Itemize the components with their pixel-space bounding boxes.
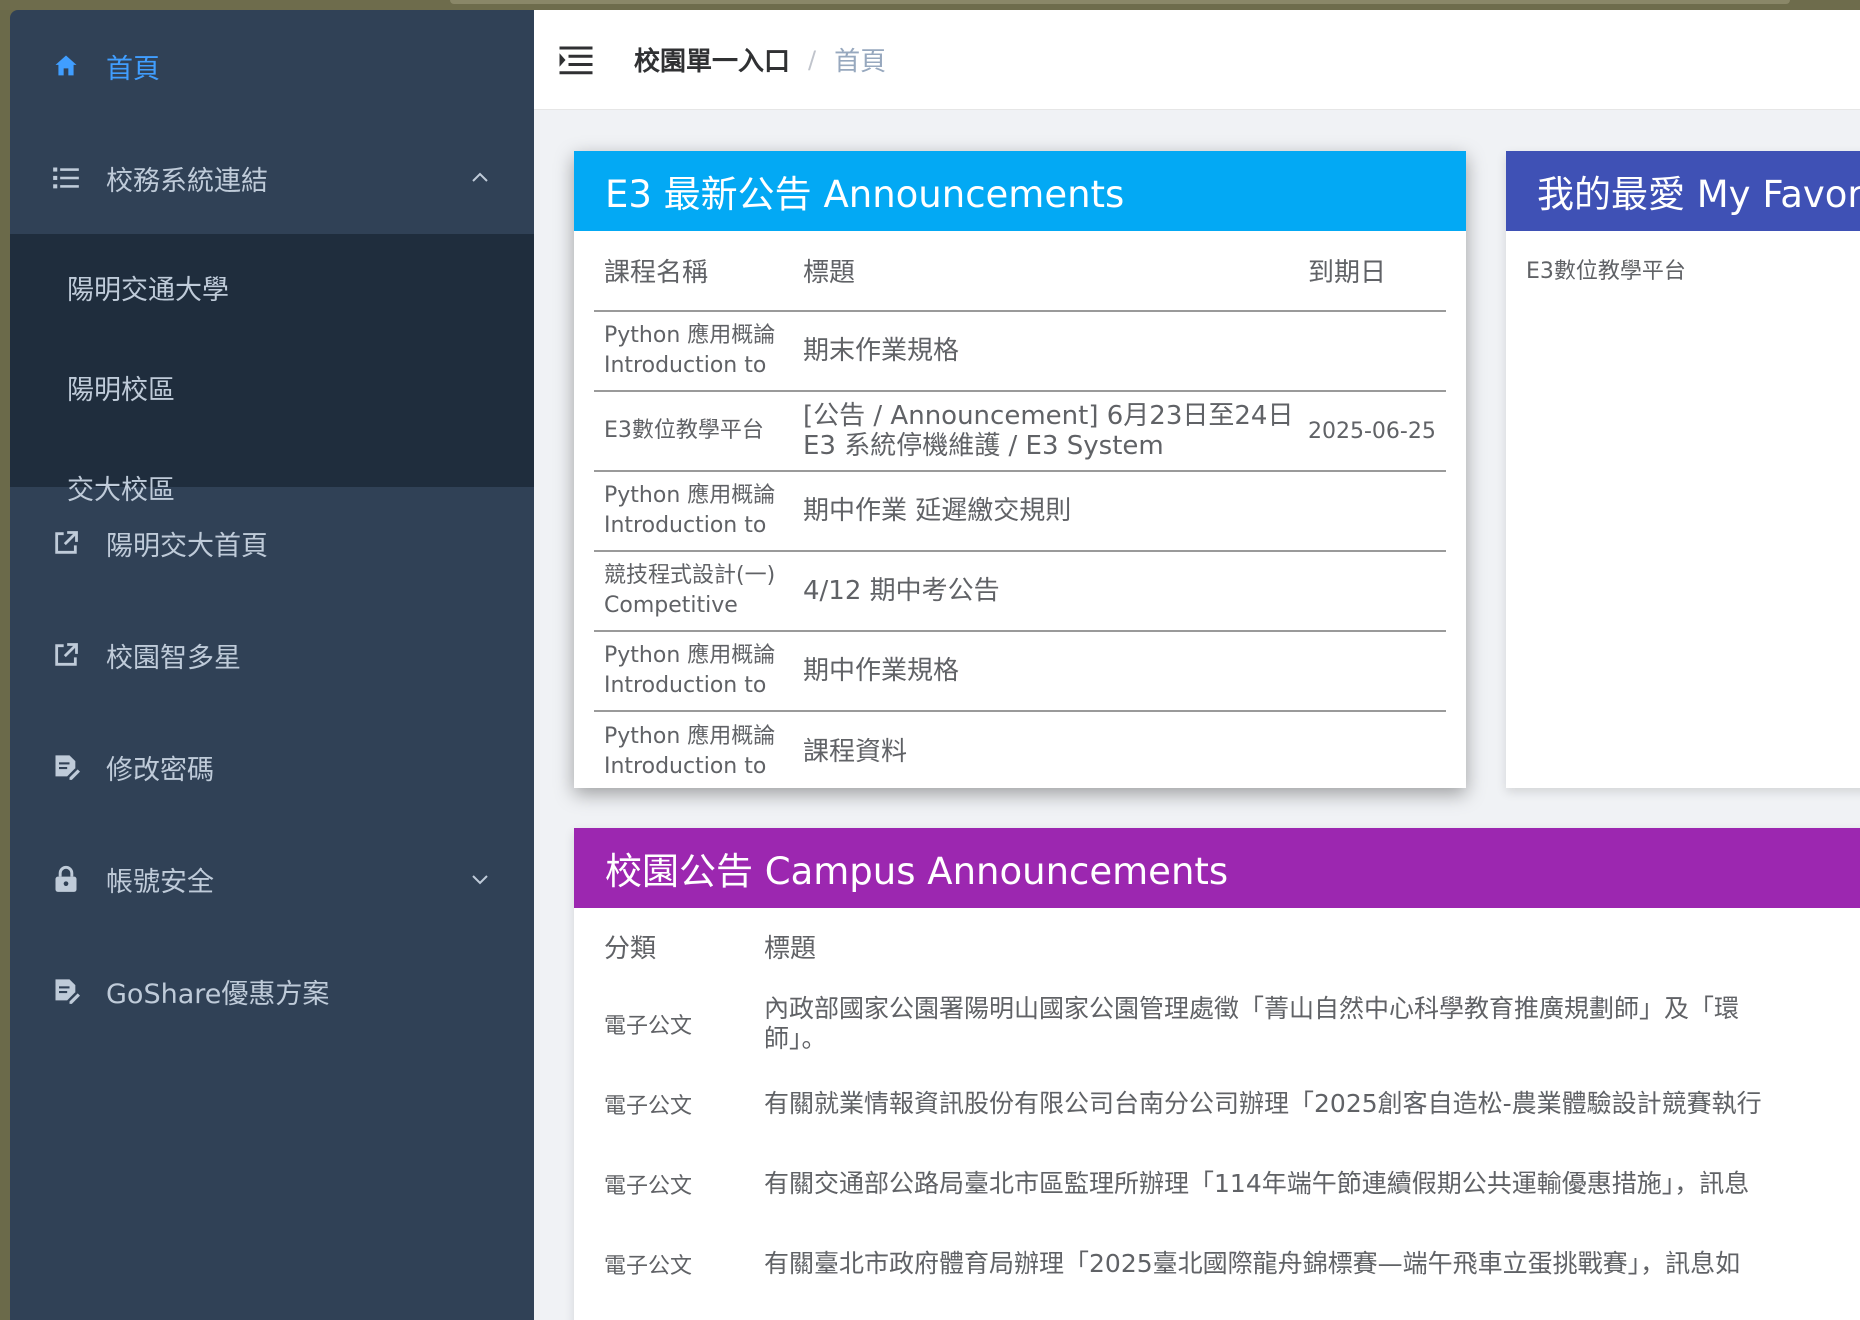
sidebar-item-change-password[interactable]: 修改密碼 xyxy=(10,711,534,823)
e3-announcements-card: E3 最新公告 Announcements 課程名稱 標題 到期日 Python… xyxy=(574,151,1466,788)
favorites-card-title: 我的最愛 My Favor xyxy=(1506,151,1860,231)
column-header-course: 課程名稱 xyxy=(594,231,793,312)
course-cell: Python 應用概論 Introduction to xyxy=(594,471,793,552)
sidebar-item-goshare[interactable]: GoShare優惠方案 xyxy=(10,935,534,1047)
table-row[interactable]: 電子公文 有關交通部公路局臺北市區監理所辦理「114年端午節連續假期公共運輸優惠… xyxy=(594,1144,1860,1224)
title-cell[interactable]: 期中作業規格 xyxy=(793,631,1298,712)
category-cell: 電子公文 xyxy=(604,1174,693,1199)
course-cell: Python 應用概論 Introduction to xyxy=(594,311,793,392)
home-icon xyxy=(50,50,82,82)
window-top-strip xyxy=(0,0,1860,10)
sidebar-subitem-yangming[interactable]: 陽明校區 xyxy=(10,337,534,437)
title-cell[interactable]: 4/12 期中考公告 xyxy=(793,551,1298,632)
breadcrumb-current: 首頁 xyxy=(834,47,887,77)
category-cell: 電子公文 xyxy=(604,1014,693,1039)
column-header-due: 到期日 xyxy=(1298,231,1446,312)
sidebar-subitem-nycu[interactable]: 陽明交通大學 xyxy=(10,237,534,337)
table-header-row: 分類 標題 xyxy=(594,908,1860,984)
due-cell xyxy=(1298,311,1446,392)
course-cell: Python 應用概論 Introduction to xyxy=(594,631,793,712)
sidebar-item-label: 修改密碼 xyxy=(106,754,214,786)
table-row[interactable]: 電子公文 內政部國家公園署陽明山國家公園管理處徵「菁山自然中心科學教育推廣規劃師… xyxy=(594,984,1860,1064)
title-cell[interactable]: [公告 / Announcement] 6月23日至24日 E3 系統停機維護 … xyxy=(793,391,1298,472)
title-cell[interactable]: 內政部國家公園署陽明山國家公園管理處徵「菁山自然中心科學教育推廣規劃師」及「環 … xyxy=(754,984,1860,1064)
sidebar-item-label: 首頁 xyxy=(106,53,160,85)
e3-card-title: E3 最新公告 Announcements xyxy=(574,151,1466,231)
top-navbar: 校園單一入口 / 首頁 xyxy=(534,10,1860,110)
breadcrumb-separator: / xyxy=(808,45,817,74)
sidebar-item-label: 陽明交大首頁 xyxy=(106,530,268,562)
breadcrumb-root[interactable]: 校園單一入口 xyxy=(634,41,790,78)
chevron-down-icon xyxy=(472,875,488,885)
title-cell[interactable]: 有關臺北市政府體育局辦理「2025臺北國際龍舟錦標賽—端午飛車立蛋挑戰賽」，訊息… xyxy=(754,1224,1860,1304)
sidebar-item-nycu-home[interactable]: 陽明交大首頁 xyxy=(10,487,534,599)
due-cell xyxy=(1298,631,1446,712)
favorite-item[interactable]: E3數位教學平台 xyxy=(1526,253,1860,285)
submenu-school-links: 陽明交通大學 陽明校區 交大校區 xyxy=(10,234,534,506)
lock-icon xyxy=(50,863,82,895)
category-cell: 電子公文 xyxy=(604,1094,693,1119)
sidebar-item-account-security[interactable]: 帳號安全 xyxy=(10,823,534,935)
title-cell[interactable]: 期中作業 延遲繳交規則 xyxy=(793,471,1298,552)
e3-announcements-table: 課程名稱 標題 到期日 Python 應用概論 Introduction to … xyxy=(594,231,1446,791)
course-cell: 競技程式設計(一) Competitive xyxy=(594,551,793,632)
table-row[interactable]: Python 應用概論 Introduction to 期中作業規格 xyxy=(594,631,1446,712)
course-cell: Python 應用概論 Introduction to xyxy=(604,723,776,779)
column-header-title: 標題 xyxy=(764,933,817,964)
sidebar-item-label: 帳號安全 xyxy=(106,866,214,898)
table-row[interactable]: Python 應用概論 Introduction to 期末作業規格 xyxy=(594,311,1446,392)
column-header-category: 分類 xyxy=(604,933,657,964)
sidebar-item-label: GoShare優惠方案 xyxy=(106,978,330,1010)
sidebar-item-school-links[interactable]: 校務系統連結 xyxy=(10,122,534,234)
chevron-up-icon xyxy=(472,172,488,182)
menu-fold-icon[interactable] xyxy=(558,42,594,78)
sidebar-item-label: 校園智多星 xyxy=(106,642,241,674)
campus-announcements-table: 分類 標題 電子公文 內政部國家公園署陽明山國家公園管理處徵「菁山自然中心科學教… xyxy=(594,908,1860,1304)
sidebar-item-home[interactable]: 首頁 xyxy=(10,10,534,122)
campus-announcements-card: 校園公告 Campus Announcements 分類 標題 電子公文 內政部… xyxy=(574,828,1860,1320)
table-row[interactable]: Python 應用概論 Introduction to 期中作業 延遲繳交規則 xyxy=(594,471,1446,552)
due-cell xyxy=(1298,471,1446,552)
title-cell[interactable]: 有關就業情報資訊股份有限公司台南分公司辦理「2025創客自造松-農業體驗設計競賽… xyxy=(754,1064,1860,1144)
edit-document-icon xyxy=(50,751,82,783)
sidebar: 首頁 校務系統連結 陽明交通大學 陽明校區 交大校區 陽明交大首頁 校園智多星 xyxy=(10,10,534,1320)
category-cell: 電子公文 xyxy=(604,1254,693,1279)
sidebar-item-campus-star[interactable]: 校園智多星 xyxy=(10,599,534,711)
title-line: 師」。 xyxy=(764,1024,827,1053)
edit-document-icon xyxy=(50,975,82,1007)
favorites-list: E3數位教學平台 xyxy=(1506,231,1860,307)
table-row[interactable]: 電子公文 有關臺北市政府體育局辦理「2025臺北國際龍舟錦標賽—端午飛車立蛋挑戰… xyxy=(594,1224,1860,1304)
favorites-card: 我的最愛 My Favor E3數位教學平台 xyxy=(1506,151,1860,788)
column-header-title: 標題 xyxy=(793,231,1298,312)
sidebar-item-label: 校務系統連結 xyxy=(106,165,268,197)
title-cell[interactable]: 課程資料 xyxy=(793,711,1298,791)
external-link-icon xyxy=(50,639,82,671)
due-cell xyxy=(1298,711,1446,791)
title-cell[interactable]: 期末作業規格 xyxy=(793,311,1298,392)
address-bar-edge xyxy=(450,0,1790,4)
title-cell[interactable]: 有關交通部公路局臺北市區監理所辦理「114年端午節連續假期公共運輸優惠措施」，訊… xyxy=(754,1144,1860,1224)
campus-card-title: 校園公告 Campus Announcements xyxy=(574,828,1860,908)
due-cell: 2025-06-25 xyxy=(1298,391,1446,472)
main-content: 校園單一入口 / 首頁 E3 最新公告 Announcements 課程名稱 標… xyxy=(534,10,1860,1320)
table-row[interactable]: Python 應用概論 Introduction to 課程資料 xyxy=(594,711,1446,791)
course-cell: E3數位教學平台 xyxy=(594,391,793,472)
title-line: 內政部國家公園署陽明山國家公園管理處徵「菁山自然中心科學教育推廣規劃師」及「環 xyxy=(764,994,1740,1023)
table-header-row: 課程名稱 標題 到期日 xyxy=(594,231,1446,312)
table-row[interactable]: 電子公文 有關就業情報資訊股份有限公司台南分公司辦理「2025創客自造松-農業體… xyxy=(594,1064,1860,1144)
table-row[interactable]: 競技程式設計(一) Competitive 4/12 期中考公告 xyxy=(594,551,1446,632)
due-cell xyxy=(1298,551,1446,632)
table-row[interactable]: E3數位教學平台 [公告 / Announcement] 6月23日至24日 E… xyxy=(594,391,1446,472)
list-icon xyxy=(50,162,82,194)
external-link-icon xyxy=(50,527,82,559)
